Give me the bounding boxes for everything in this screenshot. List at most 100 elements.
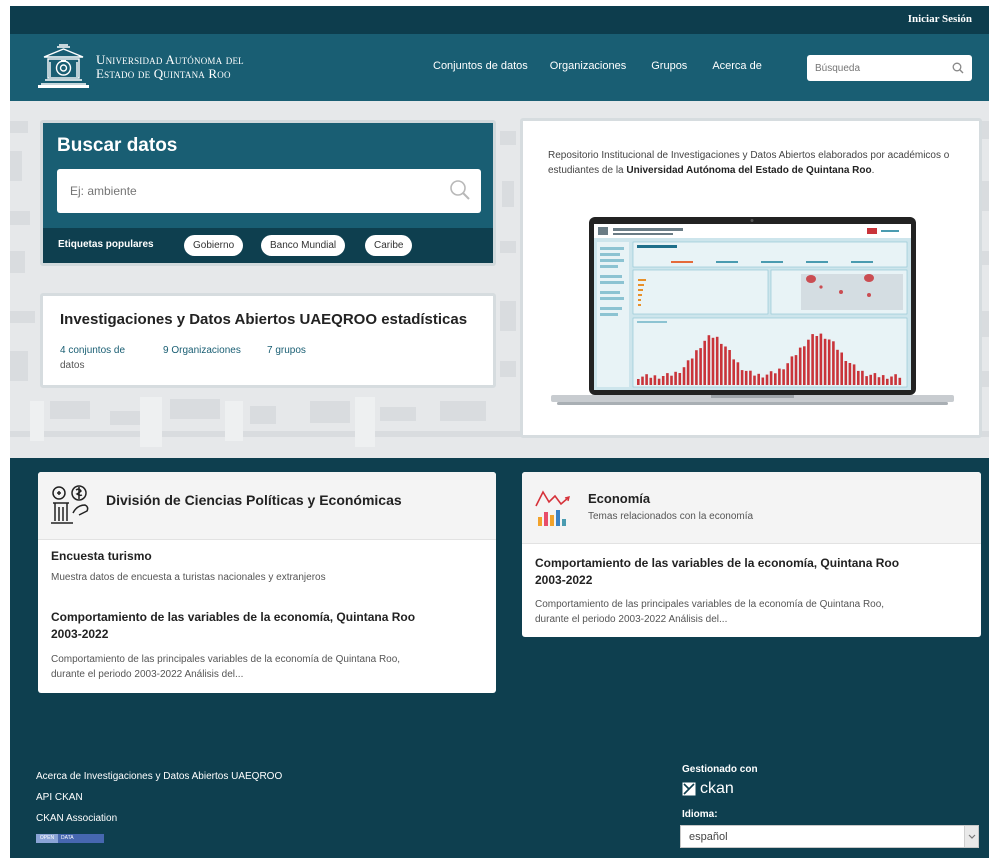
- language-label: Idioma:: [682, 809, 718, 820]
- nav-about[interactable]: Acerca de: [712, 60, 762, 72]
- intro-card: Repositorio Institucional de Investigaci…: [520, 118, 982, 438]
- header-search-input[interactable]: [815, 59, 945, 77]
- site-logo[interactable]: Universidad Autónoma del Estado de Quint…: [35, 44, 244, 90]
- laptop-chart-bar: [832, 341, 835, 385]
- search-icon[interactable]: [952, 62, 964, 74]
- laptop-chart-bar: [890, 376, 893, 385]
- intro-text-bold: Universidad Autónoma del Estado de Quint…: [626, 165, 872, 176]
- account-bar: Iniciar Sesión: [10, 6, 989, 34]
- tag-caribe[interactable]: Caribe: [365, 235, 413, 256]
- page: Iniciar Sesión Universidad Autónoma del …: [10, 6, 989, 858]
- dataset-title-economia-line2[interactable]: 2003-2022: [51, 626, 108, 643]
- main-search-input[interactable]: [70, 181, 430, 201]
- laptop-chart-bar: [695, 350, 698, 385]
- laptop-chart-bar: [877, 377, 881, 385]
- topic-card: Economía Temas relacionados con la econo…: [522, 472, 981, 637]
- laptop-chart-bar: [670, 375, 673, 385]
- laptop-chart-bar: [699, 348, 702, 385]
- laptop-chart-bar: [690, 358, 694, 385]
- laptop-chart-bar: [873, 373, 877, 385]
- footer-link-api[interactable]: API CKAN: [36, 787, 282, 808]
- laptop-chart-bar: [765, 374, 769, 385]
- laptop-chart-bar: [637, 379, 640, 385]
- dataset-title-economia-line1[interactable]: Comportamiento de las variables de la ec…: [51, 609, 415, 626]
- stat-datasets-label-2: datos: [60, 360, 85, 371]
- ckan-logo[interactable]: ckan: [682, 780, 734, 798]
- laptop-chart-bar: [790, 356, 794, 385]
- laptop-chart-bar: [819, 333, 823, 385]
- search-title: Buscar datos: [57, 135, 178, 156]
- stat-datasets[interactable]: 4 conjuntos de datos: [60, 343, 150, 373]
- laptop-chart-bar: [661, 376, 665, 385]
- logo-text: Universidad Autónoma del Estado de Quint…: [96, 53, 244, 81]
- nav-organizations[interactable]: Organizaciones: [550, 60, 626, 72]
- topic-dataset-desc-line1: Comportamiento de las principales variab…: [535, 599, 885, 610]
- stat-orgs-label: Organizaciones: [171, 345, 241, 356]
- laptop-chart-bar: [803, 346, 806, 385]
- open-data-badge[interactable]: OPEN DATA: [36, 834, 104, 843]
- stat-groups-count: 7: [267, 345, 273, 356]
- hero: Buscar datos Etiquetas populares Gobiern…: [10, 101, 989, 458]
- laptop-chart-bar: [815, 336, 819, 385]
- group-title[interactable]: División de Ciencias Políticas y Económi…: [106, 492, 402, 508]
- laptop-chart-bar: [740, 370, 744, 385]
- dataset-title-encuesta[interactable]: Encuesta turismo: [51, 548, 152, 565]
- group-card-header[interactable]: División de Ciencias Políticas y Económi…: [38, 472, 496, 540]
- topic-dataset-title-line2[interactable]: 2003-2022: [535, 572, 592, 589]
- topic-dataset-desc-line2: durante el periodo 2003-2022 Análisis de…: [535, 614, 728, 625]
- laptop-chart-bar: [736, 362, 740, 385]
- intro-text: Repositorio Institucional de Investigaci…: [548, 148, 968, 178]
- laptop-chart-bar: [823, 338, 827, 385]
- nav-groups[interactable]: Grupos: [651, 60, 687, 72]
- laptop-chart-bar: [869, 374, 872, 385]
- tag-gobierno[interactable]: Gobierno: [184, 235, 244, 256]
- popular-tags-label: Etiquetas populares: [58, 239, 154, 250]
- laptop-chart-bar: [894, 374, 897, 385]
- laptop-chart-bar: [645, 374, 648, 385]
- laptop-chart-bar: [886, 378, 889, 385]
- language-select-arrow[interactable]: [964, 826, 978, 847]
- laptop-chart-bar: [798, 347, 802, 385]
- language-value: español: [689, 831, 728, 843]
- laptop-chart-bar: [749, 370, 752, 385]
- open-data-badge-right: DATA: [58, 834, 104, 843]
- ckan-box-icon: [682, 782, 696, 796]
- stat-organizations[interactable]: 9 Organizaciones: [163, 343, 241, 358]
- economy-chart-icon: [535, 490, 570, 526]
- laptop-chart-bar: [848, 363, 852, 385]
- laptop-chart-bar: [807, 339, 810, 385]
- laptop-chart-bar: [786, 363, 789, 385]
- laptop-chart-bar: [703, 340, 706, 385]
- laptop-chart-bar: [836, 349, 839, 385]
- login-link[interactable]: Iniciar Sesión: [908, 13, 972, 25]
- stats-card: Investigaciones y Datos Abiertos UAEQROO…: [40, 293, 496, 388]
- search-icon[interactable]: [449, 179, 471, 201]
- nav-datasets[interactable]: Conjuntos de datos: [433, 60, 528, 72]
- language-select[interactable]: español: [680, 825, 979, 848]
- topic-card-header[interactable]: Economía Temas relacionados con la econo…: [522, 472, 981, 544]
- stat-groups[interactable]: 7 grupos: [267, 343, 306, 358]
- laptop-chart-bar: [769, 371, 773, 385]
- university-emblem-icon: [38, 44, 89, 88]
- footer-link-about[interactable]: Acerca de Investigaciones y Datos Abiert…: [36, 766, 282, 787]
- intro-text-part-2: .: [871, 165, 875, 176]
- header-search: [807, 55, 972, 81]
- laptop-chart-bar: [686, 360, 690, 385]
- topic-dataset-title-line1[interactable]: Comportamiento de las variables de la ec…: [535, 555, 899, 572]
- laptop-chart-bar: [844, 361, 848, 385]
- tag-banco-mundial[interactable]: Banco Mundial: [261, 235, 346, 256]
- laptop-chart-bar: [715, 336, 719, 385]
- ckan-text: ckan: [700, 780, 734, 797]
- search-card: Buscar datos Etiquetas populares Gobiern…: [40, 120, 496, 266]
- popular-tags-bar: Etiquetas populares Gobierno Banco Mundi…: [43, 228, 493, 263]
- laptop-chart-bar: [649, 377, 653, 385]
- laptop-chart-bar: [865, 376, 868, 385]
- topic-title[interactable]: Economía: [588, 491, 650, 506]
- laptop-chart-bar: [678, 373, 682, 385]
- topic-subtitle: Temas relacionados con la economía: [588, 511, 754, 522]
- laptop-chart-bar: [898, 377, 902, 385]
- laptop-chart-bar: [774, 373, 777, 385]
- footer-links: Acerca de Investigaciones y Datos Abiert…: [36, 766, 282, 829]
- footer-link-ckan-association[interactable]: CKAN Association: [36, 808, 282, 829]
- laptop-chart-bar: [728, 350, 731, 385]
